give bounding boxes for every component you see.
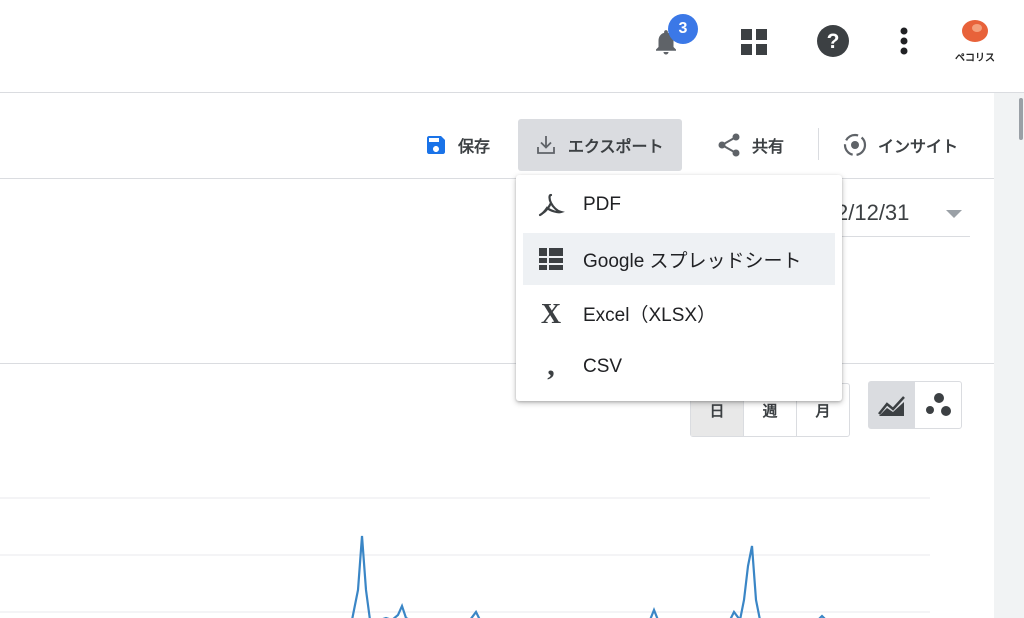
export-label: エクスポート [568,139,664,156]
pdf-icon [533,187,569,223]
export-google-sheets-item[interactable]: Google スプレッドシート [523,233,835,285]
csv-comma-icon: , [533,349,569,385]
date-range-end[interactable]: 2/12/31 [836,200,909,226]
save-label: 保存 [458,139,491,156]
pecoris-logo[interactable] [956,16,994,48]
export-csv-item[interactable]: , CSV [523,341,835,393]
export-excel-item[interactable]: X Excel（XLSX） [523,287,835,339]
export-google-sheets-label: Google スプレッドシート [583,250,802,272]
share-icon [718,133,740,157]
svg-text:?: ? [827,30,840,53]
insight-button[interactable]: インサイト [842,119,958,171]
chart-view-toggle [868,381,962,429]
toolbar-divider [818,128,819,160]
help-icon[interactable]: ? [814,22,852,60]
date-dropdown-arrow-icon[interactable] [946,210,962,218]
insight-icon [843,133,867,157]
save-icon [427,136,445,154]
google-sheets-icon [533,241,569,277]
export-excel-label: Excel（XLSX） [583,304,717,326]
excel-icon: X [533,295,569,331]
export-menu: PDF Google スプレッドシート X Excel（XLSX） , CSV [516,175,842,401]
insight-label: インサイト [878,139,959,156]
line-chart-view-button[interactable] [869,382,915,428]
date-range-underline [836,236,970,237]
logo-text: ペコリス [955,53,995,64]
share-label: 共有 [752,139,785,156]
export-pdf-label: PDF [583,194,621,215]
export-csv-label: CSV [583,356,623,377]
line-chart [0,497,930,618]
top-app-bar: 3 ? ペコリス [0,0,1024,93]
apps-grid-icon[interactable] [736,24,772,60]
scatter-icon [926,393,951,416]
scrollbar-thumb[interactable] [1019,98,1023,140]
save-button[interactable]: 保存 [424,119,490,171]
download-icon [537,136,555,154]
svg-text:X: X [541,299,561,327]
export-pdf-item[interactable]: PDF [523,179,835,231]
more-vert-icon[interactable] [890,22,918,60]
scatter-view-button[interactable] [915,382,961,428]
export-button[interactable]: エクスポート [518,119,682,171]
notification-badge: 3 [668,14,698,44]
series-line [351,535,826,618]
svg-text:,: , [547,353,555,381]
line-chart-icon [878,396,905,416]
scrollbar-track[interactable] [1018,93,1024,618]
share-button[interactable]: 共有 [716,119,784,171]
